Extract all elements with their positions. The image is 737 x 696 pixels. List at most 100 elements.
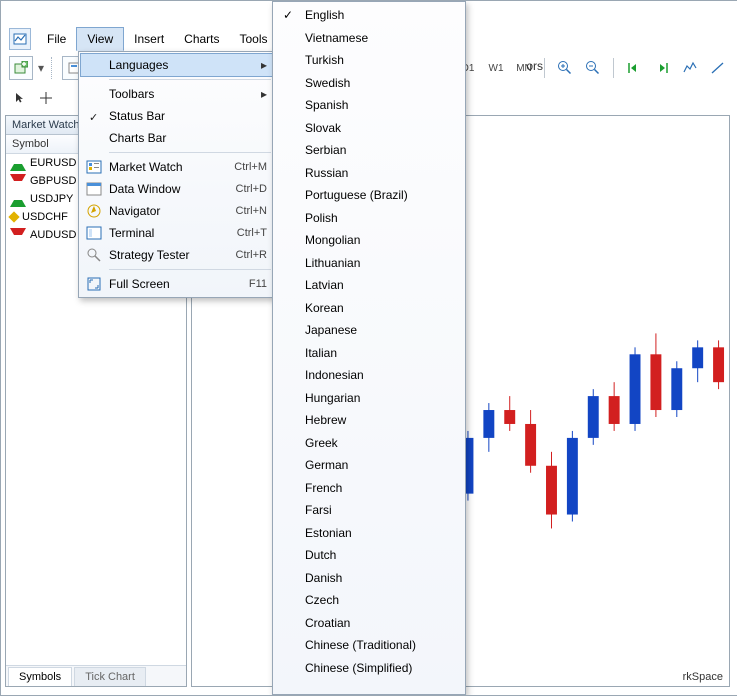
language-item[interactable]: Greek (275, 432, 463, 455)
tab-symbols[interactable]: Symbols (8, 667, 72, 686)
submenu-arrow-icon: ▸ (261, 87, 267, 101)
menu-item-navigator[interactable]: Navigator Ctrl+N (81, 200, 275, 222)
menu-separator (109, 269, 271, 270)
indicator-icon[interactable] (678, 57, 702, 79)
language-label: Greek (305, 436, 338, 450)
menu-item-data-window[interactable]: Data Window Ctrl+D (81, 178, 275, 200)
menu-item-full-screen[interactable]: Full Screen F11 (81, 273, 275, 295)
dropdown-arrow-icon[interactable]: ▾ (37, 57, 45, 79)
menu-item-terminal[interactable]: Terminal Ctrl+T (81, 222, 275, 244)
crosshair-icon[interactable] (35, 87, 57, 109)
menu-item-chartsbar[interactable]: Charts Bar (81, 127, 275, 149)
language-label: Croatian (305, 616, 350, 630)
language-item[interactable]: Spanish (275, 94, 463, 117)
language-item[interactable]: Italian (275, 342, 463, 365)
new-chart-button[interactable] (9, 56, 33, 80)
language-item[interactable]: Swedish (275, 72, 463, 95)
language-label: Hungarian (305, 391, 360, 405)
language-item[interactable]: Hebrew (275, 409, 463, 432)
menu-tools[interactable]: Tools (230, 28, 278, 50)
language-item[interactable]: Lithuanian (275, 252, 463, 275)
symbol-label: USDJPY (30, 193, 73, 205)
arrow-down-icon (10, 174, 26, 189)
app-window: File View Insert Charts Tools ▾ H4 D1 W1… (0, 0, 737, 696)
menu-item-languages[interactable]: Languages ▸ (80, 53, 276, 77)
language-label: Turkish (305, 53, 344, 67)
scroll-end-icon[interactable] (622, 57, 646, 79)
menu-insert[interactable]: Insert (124, 28, 174, 50)
menu-item-label: Data Window (109, 182, 180, 196)
menubar: File View Insert Charts Tools (9, 27, 278, 51)
language-item[interactable]: Czech (275, 589, 463, 612)
language-label: Dutch (305, 548, 336, 562)
language-item[interactable]: Latvian (275, 274, 463, 297)
market-watch-icon (85, 159, 103, 175)
tab-tick-chart[interactable]: Tick Chart (74, 667, 146, 686)
symbol-label: EURUSD (30, 157, 76, 169)
language-item[interactable]: Japanese (275, 319, 463, 342)
arrow-up-icon (10, 156, 26, 171)
menu-charts[interactable]: Charts (174, 28, 229, 50)
cursor-icon[interactable] (9, 87, 31, 109)
menu-separator (109, 152, 271, 153)
shortcut-label: Ctrl+M (234, 161, 267, 173)
language-item[interactable]: Estonian (275, 522, 463, 545)
menu-item-toolbars[interactable]: Toolbars ▸ (81, 83, 275, 105)
menu-file[interactable]: File (37, 28, 76, 50)
data-window-icon (85, 181, 103, 197)
language-label: German (305, 458, 348, 472)
language-item[interactable]: Vietnamese (275, 27, 463, 50)
menu-item-label: Terminal (109, 226, 154, 240)
language-item[interactable]: Serbian (275, 139, 463, 162)
language-label: Indonesian (305, 368, 364, 382)
language-item[interactable]: Croatian (275, 612, 463, 635)
toolbar-primary: ▾ (9, 55, 86, 81)
language-label: English (305, 8, 344, 22)
toolbar-right: H4 D1 W1 MN (428, 55, 730, 81)
language-label: Chinese (Simplified) (305, 661, 412, 675)
symbol-label: GBPUSD (30, 175, 76, 187)
language-item[interactable]: Dutch (275, 544, 463, 567)
language-item[interactable]: Turkish (275, 49, 463, 72)
language-item[interactable]: Russian (275, 162, 463, 185)
arrow-up-icon (10, 192, 26, 207)
language-item[interactable]: Korean (275, 297, 463, 320)
language-label: French (305, 481, 342, 495)
menu-item-strategy-tester[interactable]: Strategy Tester Ctrl+R (81, 244, 275, 266)
language-item[interactable]: Chinese (Traditional) (275, 634, 463, 657)
language-item[interactable]: Portuguese (Brazil) (275, 184, 463, 207)
navigator-icon (85, 203, 103, 219)
language-item[interactable]: Danish (275, 567, 463, 590)
zoom-in-icon[interactable] (553, 57, 577, 79)
market-watch-tabs: Symbols Tick Chart (6, 665, 186, 686)
language-item[interactable]: Chinese (Simplified) (275, 657, 463, 680)
language-item[interactable]: German (275, 454, 463, 477)
language-item[interactable]: Slovak (275, 117, 463, 140)
language-item[interactable]: French (275, 477, 463, 500)
language-item[interactable]: Farsi (275, 499, 463, 522)
language-label: Russian (305, 166, 348, 180)
menu-item-statusbar[interactable]: Status Bar (81, 105, 275, 127)
zoom-out-icon[interactable] (581, 57, 605, 79)
trendline-icon[interactable] (706, 57, 730, 79)
language-label: Mongolian (305, 233, 360, 247)
shortcut-label: Ctrl+R (236, 249, 267, 261)
language-item[interactable]: Hungarian (275, 387, 463, 410)
chart-shift-icon[interactable] (650, 57, 674, 79)
language-item[interactable]: Mongolian (275, 229, 463, 252)
menu-item-market-watch[interactable]: Market Watch Ctrl+M (81, 156, 275, 178)
menu-item-label: Navigator (109, 204, 160, 218)
language-item[interactable]: ✓English (275, 4, 463, 27)
workspace-label-tail: rkSpace (683, 671, 723, 683)
language-item[interactable]: Polish (275, 207, 463, 230)
arrow-down-icon (10, 228, 26, 243)
timeframe-w1[interactable]: W1 (484, 57, 508, 79)
menu-item-label: Languages (109, 58, 168, 72)
language-label: Portuguese (Brazil) (305, 188, 408, 202)
separator (544, 58, 545, 78)
language-label: Korean (305, 301, 344, 315)
symbol-label: AUDUSD (30, 229, 76, 241)
shortcut-label: Ctrl+N (236, 205, 267, 217)
language-item[interactable]: Indonesian (275, 364, 463, 387)
menu-view[interactable]: View (76, 27, 124, 51)
